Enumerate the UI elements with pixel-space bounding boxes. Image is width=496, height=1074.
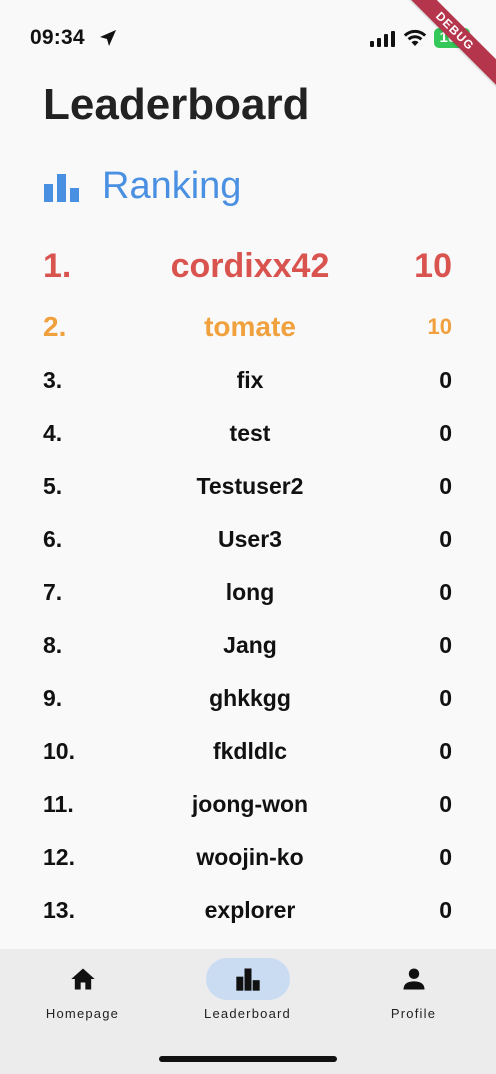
person-icon [403, 968, 424, 990]
rank-username: tomate [204, 311, 296, 342]
rank-username: fkdldlc [212, 738, 288, 764]
cellular-signal-icon [370, 31, 395, 47]
rank-score: 0 [439, 579, 452, 605]
location-arrow-icon [100, 30, 116, 46]
rank-score: 10 [414, 247, 452, 285]
ranking-header: Ranking [44, 162, 241, 210]
rank-username: joong-won [191, 791, 309, 817]
rank-score: 0 [439, 897, 452, 923]
rank-score: 0 [439, 473, 452, 499]
status-bar: 09:34 100 [0, 0, 496, 80]
battery-indicator: 100 [434, 28, 470, 48]
rank-score: 0 [439, 420, 452, 446]
status-time: 09:34 [30, 26, 85, 49]
ranking-row: 6. User3 0 [0, 513, 496, 566]
rank-score: 10 [427, 314, 452, 339]
ranking-row: 5. Testuser2 0 [0, 460, 496, 513]
rank-username: test [229, 420, 271, 446]
rank-score: 0 [439, 738, 452, 764]
ranking-row: 7. long 0 [0, 566, 496, 619]
wifi-icon [403, 29, 427, 46]
nav-label-homepage: Homepage [45, 1006, 120, 1021]
rank-username: woojin-ko [196, 844, 304, 870]
rank-score: 0 [439, 791, 452, 817]
home-icon [70, 968, 95, 990]
nav-label-profile: Profile [390, 1006, 437, 1021]
page-title: Leaderboard [43, 80, 310, 129]
home-indicator[interactable] [159, 1056, 337, 1062]
ranking-row: 12. woojin-ko 0 [0, 831, 496, 884]
ranking-row: 8. Jang 0 [0, 619, 496, 672]
rank-username: Testuser2 [196, 473, 304, 499]
nav-icon-container [372, 958, 456, 1000]
nav-item-profile[interactable]: Profile [331, 949, 496, 1029]
rank-score: 0 [439, 367, 452, 393]
ranking-row: 3. fix 0 [0, 354, 496, 407]
rank-score: 0 [439, 844, 452, 870]
ranking-row: 11. joong-won 0 [0, 778, 496, 831]
ranking-list: 1. cordixx42 10 2. tomate 10 3. fix 0 4.… [0, 240, 496, 937]
section-title: Ranking [102, 164, 242, 207]
ranking-row: 4. test 0 [0, 407, 496, 460]
rank-username: explorer [204, 897, 296, 923]
ranking-row: 2. tomate 10 [0, 297, 496, 354]
rank-username: fix [236, 367, 264, 393]
leaderboard-icon [235, 968, 260, 991]
rank-score: 0 [439, 632, 452, 658]
rank-username: User3 [218, 526, 282, 552]
bar-chart-icon [44, 174, 79, 202]
ranking-row: 9. ghkkgg 0 [0, 672, 496, 725]
rank-username: long [225, 579, 275, 605]
rank-score: 0 [439, 685, 452, 711]
ranking-row: 13. explorer 0 [0, 884, 496, 937]
rank-username: ghkkgg [209, 685, 291, 711]
nav-item-homepage[interactable]: Homepage [0, 949, 165, 1029]
rank-username: Jang [223, 632, 277, 658]
rank-score: 0 [439, 526, 452, 552]
nav-item-leaderboard[interactable]: Leaderboard [165, 949, 330, 1029]
nav-icon-container [41, 958, 125, 1000]
ranking-row: 1. cordixx42 10 [0, 240, 496, 297]
ranking-row: 10. fkdldlc 0 [0, 725, 496, 778]
nav-active-indicator [205, 958, 290, 1000]
nav-label-leaderboard: Leaderboard [204, 1006, 291, 1021]
